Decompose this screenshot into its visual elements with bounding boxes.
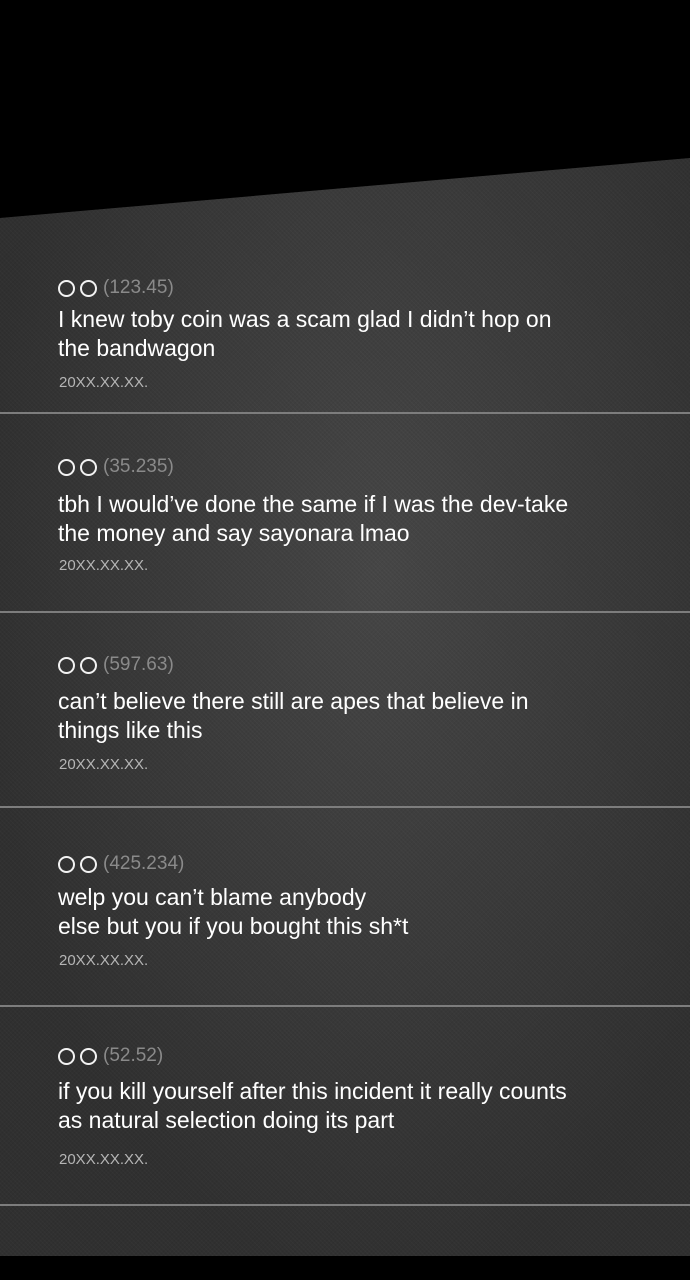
comment-text: welp you can’t blame anybody else but yo… [58,884,409,939]
comment-divider [0,412,690,414]
comment-divider [0,1204,690,1206]
comment-score: (597.63) [103,654,174,675]
comment-score: (52.52) [103,1045,164,1066]
user-circle-icon [58,656,75,674]
comment-text: I knew toby coin was a scam glad I didn’… [58,306,552,361]
comment-text: if you kill yourself after this incident… [58,1078,567,1133]
bottom-black-area [0,1256,690,1280]
user-circle-icon [80,458,97,476]
comment-5-meta: (52.52) [58,1044,163,1068]
comment-date: 20XX.XX.XX. [59,952,149,969]
comment-date: 20XX.XX.XX. [59,557,149,574]
user-circle-icon [58,279,75,297]
comment-4-meta: (425.234) [58,852,184,876]
comment-divider [0,1005,690,1007]
comment-score: (425.234) [103,853,185,874]
user-circle-icon [58,855,75,873]
comment-2-meta: (35.235) [58,455,174,479]
user-circle-icon [58,458,75,476]
user-circle-icon [58,1047,75,1065]
user-circle-icon [80,279,97,297]
comment-divider [0,806,690,808]
comment-3-meta: (597.63) [58,653,174,677]
comment-score: (123.45) [103,277,174,298]
comment-text: can’t believe there still are apes that … [58,688,529,743]
user-circle-icon [80,656,97,674]
comment-date: 20XX.XX.XX. [59,1151,149,1168]
user-circle-icon [80,1047,97,1065]
comment-1-meta: (123.45) [58,276,174,300]
comment-divider [0,611,690,613]
comment-date: 20XX.XX.XX. [59,374,149,391]
user-circle-icon [80,855,97,873]
comment-score: (35.235) [103,456,174,477]
comment-text: tbh I would’ve done the same if I was th… [58,491,569,546]
comment-date: 20XX.XX.XX. [59,756,149,773]
